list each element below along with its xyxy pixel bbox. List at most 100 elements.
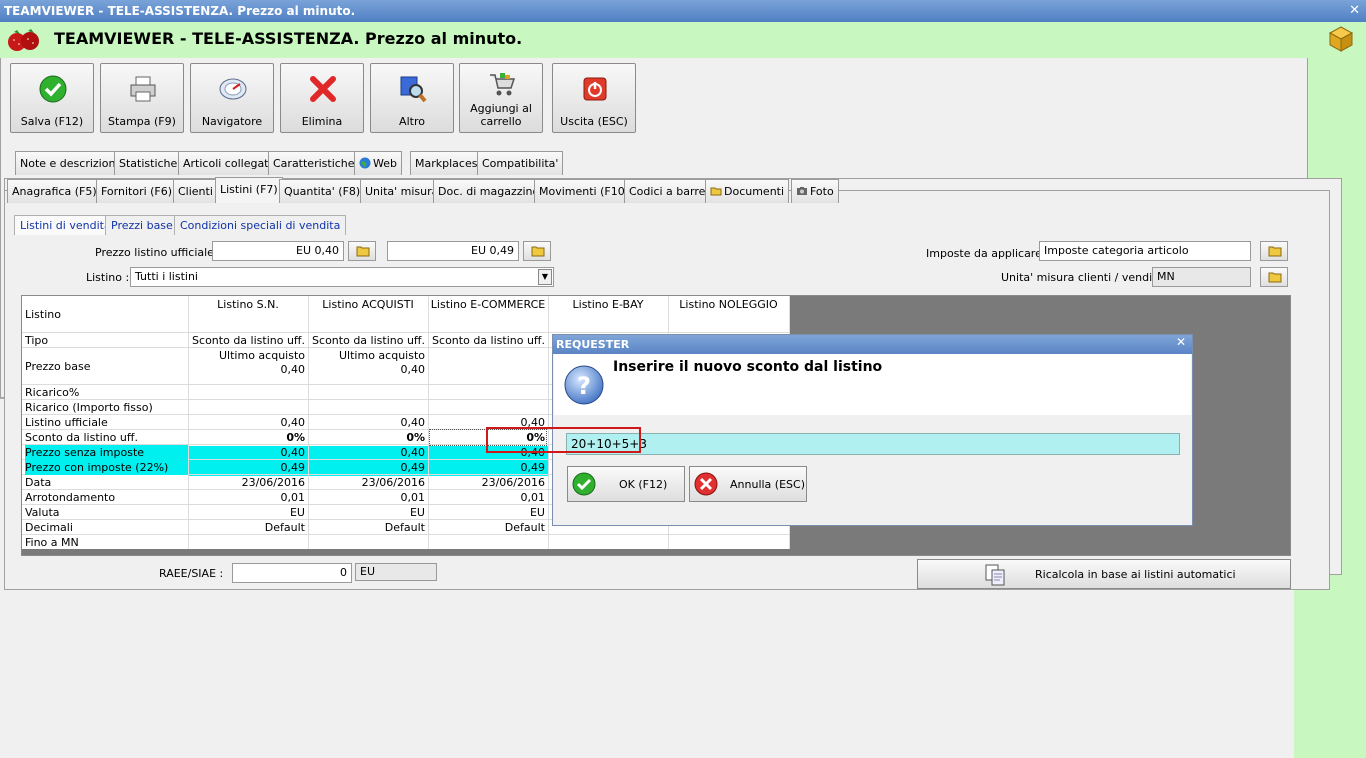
cell-sn-base-value[interactable]: 0,40 bbox=[188, 362, 306, 377]
prezzo-imposte-field[interactable]: EU 0,49 bbox=[387, 241, 519, 261]
raee-field[interactable]: 0 bbox=[232, 563, 352, 583]
chevron-down-icon[interactable]: ▼ bbox=[538, 269, 552, 285]
tab-compatibilita[interactable]: Compatibilita' bbox=[477, 151, 564, 175]
cell-ecom-valuta[interactable]: EU bbox=[428, 505, 545, 520]
cancel-label: Annulla (ESC) bbox=[730, 478, 805, 491]
compass-icon bbox=[219, 78, 247, 100]
header: TEAMVIEWER - TELE-ASSISTENZA. Prezzo al … bbox=[0, 22, 1366, 58]
raee-unit-field: EU bbox=[355, 563, 437, 581]
row-label-prezzo-con: Prezzo con imposte (22%) bbox=[25, 460, 188, 475]
col-header-sn[interactable]: Listino S.N. bbox=[188, 297, 308, 312]
prezzo-imposte-folder-button[interactable] bbox=[523, 241, 551, 261]
tab-foto[interactable]: Foto bbox=[791, 179, 839, 203]
add-to-cart-button[interactable]: Aggiungi al carrello bbox=[459, 63, 543, 133]
folder-icon bbox=[710, 187, 722, 196]
cell-acq-sconto[interactable]: 0% bbox=[308, 430, 425, 445]
cell-acq-decimali[interactable]: Default bbox=[308, 520, 425, 535]
cell-sn-decimali[interactable]: Default bbox=[188, 520, 305, 535]
cell-sn-valuta[interactable]: EU bbox=[188, 505, 305, 520]
row-label-fino-a: Fino a MN bbox=[25, 536, 79, 549]
tab-documenti[interactable]: Documenti bbox=[705, 179, 790, 203]
cell-acq-arrot[interactable]: 0,01 bbox=[308, 490, 426, 505]
cell-sn-senza[interactable]: 0,40 bbox=[188, 445, 306, 460]
row-label-prezzo-base: Prezzo base bbox=[25, 360, 91, 373]
cell-ecom-data[interactable]: 23/06/2016 bbox=[428, 475, 545, 490]
cell-ecom-decimali[interactable]: Default bbox=[428, 520, 545, 535]
cell-ecom-arrot[interactable]: 0,01 bbox=[428, 490, 546, 505]
col-header-ecommerce[interactable]: Listino E-COMMERCE bbox=[428, 297, 548, 312]
tab-markplaces[interactable]: Markplaces bbox=[410, 151, 483, 175]
row-label-valuta: Valuta bbox=[25, 506, 60, 519]
imposte-field[interactable]: Imposte categoria articolo bbox=[1039, 241, 1251, 261]
other-button[interactable]: Altro bbox=[370, 63, 454, 133]
cell-acq-con[interactable]: 0,49 bbox=[308, 460, 426, 475]
subtab-prezzi-base[interactable]: Prezzi base bbox=[105, 215, 179, 235]
cancel-button[interactable]: Annulla (ESC) bbox=[689, 466, 807, 502]
tab-caratteristiche[interactable]: Caratteristiche bbox=[268, 151, 360, 175]
row-label-prezzo-senza: Prezzo senza imposte bbox=[25, 445, 188, 460]
col-header-acquisti[interactable]: Listino ACQUISTI bbox=[308, 297, 428, 312]
exit-button[interactable]: Uscita (ESC) bbox=[552, 63, 636, 133]
ok-button[interactable]: OK (F12) bbox=[567, 466, 685, 502]
subtab-listini-vendita[interactable]: Listini di vendita bbox=[14, 215, 117, 235]
imposte-folder-button[interactable] bbox=[1260, 241, 1288, 261]
tab-clienti[interactable]: Clienti bbox=[173, 179, 218, 203]
tab-codici-barre[interactable]: Codici a barre bbox=[624, 179, 711, 203]
cell-acq-base[interactable]: Ultimo acquisto bbox=[308, 348, 425, 363]
col-header-noleggio[interactable]: Listino NOLEGGIO bbox=[668, 297, 789, 312]
print-button[interactable]: Stampa (F9) bbox=[100, 63, 184, 133]
cell-sn-listino[interactable]: 0,40 bbox=[188, 415, 306, 430]
folder-icon bbox=[1268, 246, 1282, 257]
raee-label: RAEE/SIAE : bbox=[159, 567, 224, 580]
power-icon bbox=[583, 77, 607, 101]
tab-articoli-collegati[interactable]: Articoli collegati bbox=[178, 151, 277, 175]
cell-sn-sconto[interactable]: 0% bbox=[188, 430, 305, 445]
add-to-cart-label: Aggiungi al carrello bbox=[460, 102, 542, 128]
cell-acq-valuta[interactable]: EU bbox=[308, 505, 425, 520]
cell-sn-base[interactable]: Ultimo acquisto bbox=[188, 348, 305, 363]
tab-statistiche[interactable]: Statistiche bbox=[114, 151, 183, 175]
cell-sn-data[interactable]: 23/06/2016 bbox=[188, 475, 305, 490]
cell-ecom-tipo[interactable]: Sconto da listino uff. bbox=[428, 333, 545, 348]
listino-select[interactable]: Tutti i listini ▼ bbox=[130, 267, 554, 287]
dialog-close-button[interactable]: ✕ bbox=[1176, 335, 1186, 349]
tab-web[interactable]: Web bbox=[354, 151, 402, 175]
prezzo-listino-field[interactable]: EU 0,40 bbox=[212, 241, 344, 261]
prezzo-listino-label: Prezzo listino ufficiale : bbox=[95, 246, 222, 259]
tab-doc-magazzino[interactable]: Doc. di magazzino bbox=[433, 179, 545, 203]
tab-fornitori[interactable]: Fornitori (F6) bbox=[96, 179, 178, 203]
navigator-button[interactable]: Navigatore bbox=[190, 63, 274, 133]
subtab-condizioni-speciali[interactable]: Condizioni speciali di vendita bbox=[174, 215, 347, 235]
unita-field[interactable]: MN bbox=[1152, 267, 1251, 287]
ricalcola-button[interactable]: Ricalcola in base ai listini automatici bbox=[917, 559, 1291, 589]
col-header-ebay[interactable]: Listino E-BAY bbox=[548, 297, 668, 312]
cell-sn-tipo[interactable]: Sconto da listino uff. bbox=[188, 333, 305, 348]
cell-ecom-con[interactable]: 0,49 bbox=[428, 460, 546, 475]
printer-icon bbox=[130, 76, 156, 102]
delete-button[interactable]: Elimina bbox=[280, 63, 364, 133]
unita-folder-button[interactable] bbox=[1260, 267, 1288, 287]
tab-anagrafica[interactable]: Anagrafica (F5) bbox=[7, 179, 102, 203]
tab-unita-misura[interactable]: Unita' misura bbox=[360, 179, 444, 203]
add-to-cart-label-line2: carrello bbox=[480, 115, 522, 128]
cell-sn-arrot[interactable]: 0,01 bbox=[188, 490, 306, 505]
window-close-button[interactable]: ✕ bbox=[1349, 0, 1360, 22]
tab-note-descrizioni[interactable]: Note e descrizioni bbox=[15, 151, 124, 175]
cell-acq-base-value[interactable]: 0,40 bbox=[308, 362, 426, 377]
other-label: Altro bbox=[399, 115, 425, 128]
delete-label: Elimina bbox=[301, 115, 343, 128]
tab-quantita[interactable]: Quantita' (F8) bbox=[279, 179, 366, 203]
tab-movimenti[interactable]: Movimenti (F10) bbox=[534, 179, 635, 203]
cell-acq-senza[interactable]: 0,40 bbox=[308, 445, 426, 460]
documents-icon bbox=[985, 564, 1005, 586]
cell-sn-con[interactable]: 0,49 bbox=[188, 460, 306, 475]
window-title: TEAMVIEWER - TELE-ASSISTENZA. Prezzo al … bbox=[4, 4, 356, 18]
save-button[interactable]: Salva (F12) bbox=[10, 63, 94, 133]
cell-acq-data[interactable]: 23/06/2016 bbox=[308, 475, 425, 490]
prezzo-folder-button[interactable] bbox=[348, 241, 376, 261]
cell-acq-listino[interactable]: 0,40 bbox=[308, 415, 426, 430]
tab-listini[interactable]: Listini (F7) bbox=[215, 177, 283, 203]
discount-input[interactable]: 20+10+5+3 bbox=[566, 433, 1180, 455]
package-icon[interactable] bbox=[1326, 24, 1356, 54]
cell-acq-tipo[interactable]: Sconto da listino uff. bbox=[308, 333, 425, 348]
